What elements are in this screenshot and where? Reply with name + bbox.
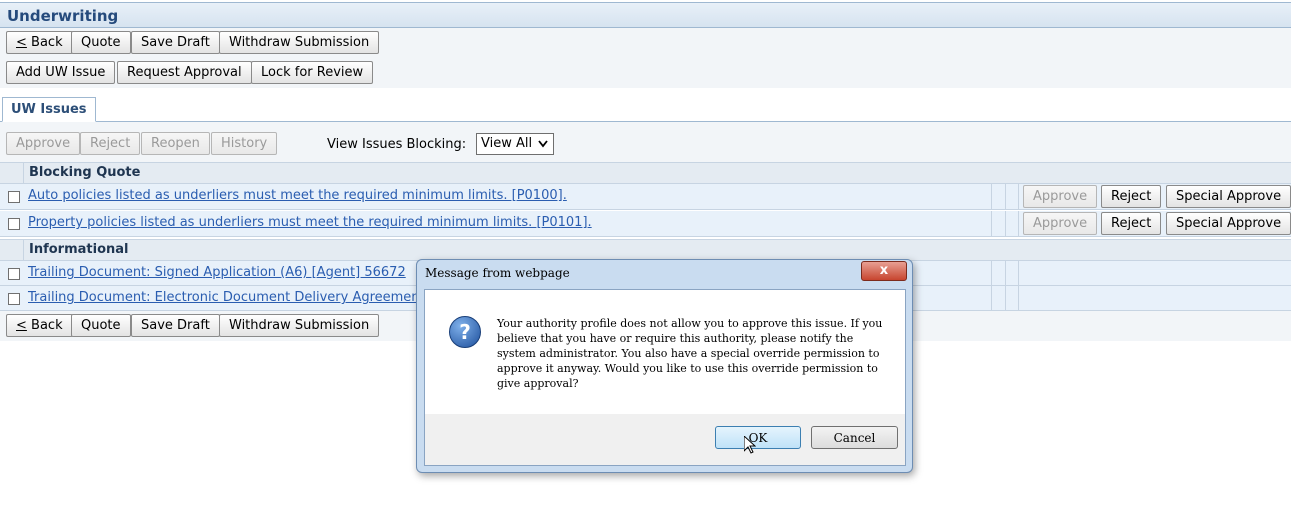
back-arrow-icon: < <box>16 318 27 333</box>
back-button[interactable]: < Back <box>6 314 73 337</box>
table-row: Property policies listed as underliers m… <box>0 211 1291 237</box>
table-row: Auto policies listed as underliers must … <box>0 184 1291 210</box>
issue-link[interactable]: Trailing Document: Signed Application (A… <box>28 265 406 280</box>
top-nav-bar: < Back Quote Save Draft Withdraw Submiss… <box>0 28 1291 58</box>
group-header-informational: Informational <box>0 239 1291 261</box>
withdraw-submission-button[interactable]: Withdraw Submission <box>219 31 380 54</box>
lock-for-review-button[interactable]: Lock for Review <box>251 61 374 84</box>
back-button-label: Back <box>26 318 63 333</box>
column-divider <box>1018 286 1019 311</box>
column-divider <box>1005 184 1006 209</box>
reject-selected-button[interactable]: Reject <box>80 132 141 155</box>
row-special-approve-button[interactable]: Special Approve <box>1166 212 1291 235</box>
group-select-cell <box>0 163 24 183</box>
dialog-message: Your authority profile does not allow yo… <box>497 317 883 390</box>
chevron-down-icon <box>537 134 549 160</box>
column-divider <box>1018 184 1019 209</box>
reopen-button[interactable]: Reopen <box>141 132 210 155</box>
quote-button[interactable]: Quote <box>71 314 131 337</box>
withdraw-submission-button[interactable]: Withdraw Submission <box>219 314 380 337</box>
close-icon[interactable]: x <box>861 261 907 281</box>
column-divider <box>991 261 992 286</box>
group-title: Blocking Quote <box>29 165 141 180</box>
row-reject-button[interactable]: Reject <box>1101 185 1162 208</box>
quote-button[interactable]: Quote <box>71 31 131 54</box>
action-bar: Add UW Issue Request Approval Lock for R… <box>0 58 1291 88</box>
column-divider <box>991 286 992 311</box>
column-divider <box>1005 286 1006 311</box>
view-issues-select-value: View All <box>481 136 533 151</box>
issue-checkbox[interactable] <box>8 293 20 305</box>
view-issues-blocking-label: View Issues Blocking: <box>327 137 467 152</box>
issues-toolbar: Approve Reject Reopen History <box>0 122 1291 162</box>
issue-checkbox[interactable] <box>8 268 20 280</box>
add-uw-issue-button[interactable]: Add UW Issue <box>6 61 116 84</box>
row-approve-button[interactable]: Approve <box>1023 212 1098 235</box>
row-special-approve-button[interactable]: Special Approve <box>1166 185 1291 208</box>
back-button-label: Back <box>26 35 63 50</box>
history-button[interactable]: History <box>211 132 278 155</box>
page-title: Underwriting <box>7 7 119 25</box>
group-header-blocking-quote: Blocking Quote <box>0 162 1291 184</box>
column-divider <box>1018 211 1019 236</box>
group-title: Informational <box>29 242 129 257</box>
issue-link[interactable]: Trailing Document: Electronic Document D… <box>28 290 420 305</box>
view-issues-select[interactable]: View All <box>476 133 554 155</box>
mouse-cursor-icon <box>744 436 756 454</box>
dialog-footer: OK Cancel <box>425 414 905 465</box>
dialog-body: ? Your authority profile does not allow … <box>424 289 906 466</box>
issue-link[interactable]: Property policies listed as underliers m… <box>28 215 592 230</box>
question-icon: ? <box>449 316 481 348</box>
request-approval-button[interactable]: Request Approval <box>117 61 252 84</box>
issue-checkbox[interactable] <box>8 218 20 230</box>
column-divider <box>1005 211 1006 236</box>
ok-button[interactable]: OK <box>715 426 801 449</box>
column-divider <box>1018 261 1019 286</box>
group-select-cell <box>0 240 24 260</box>
approve-selected-button[interactable]: Approve <box>6 132 81 155</box>
message-dialog: Message from webpage x ? Your authority … <box>416 259 913 473</box>
row-approve-button[interactable]: Approve <box>1023 185 1098 208</box>
cancel-button[interactable]: Cancel <box>811 426 898 449</box>
column-divider <box>991 211 992 236</box>
column-divider <box>1005 261 1006 286</box>
issue-checkbox[interactable] <box>8 191 20 203</box>
page-header: Underwriting <box>0 2 1291 28</box>
row-reject-button[interactable]: Reject <box>1101 212 1162 235</box>
column-divider <box>991 184 992 209</box>
save-draft-button[interactable]: Save Draft <box>131 31 220 54</box>
back-button[interactable]: < Back <box>6 31 73 54</box>
back-arrow-icon: < <box>16 35 27 50</box>
tab-uw-issues[interactable]: UW Issues <box>2 97 96 122</box>
dialog-title: Message from webpage <box>425 266 570 280</box>
save-draft-button[interactable]: Save Draft <box>131 314 220 337</box>
issue-link[interactable]: Auto policies listed as underliers must … <box>28 188 567 203</box>
